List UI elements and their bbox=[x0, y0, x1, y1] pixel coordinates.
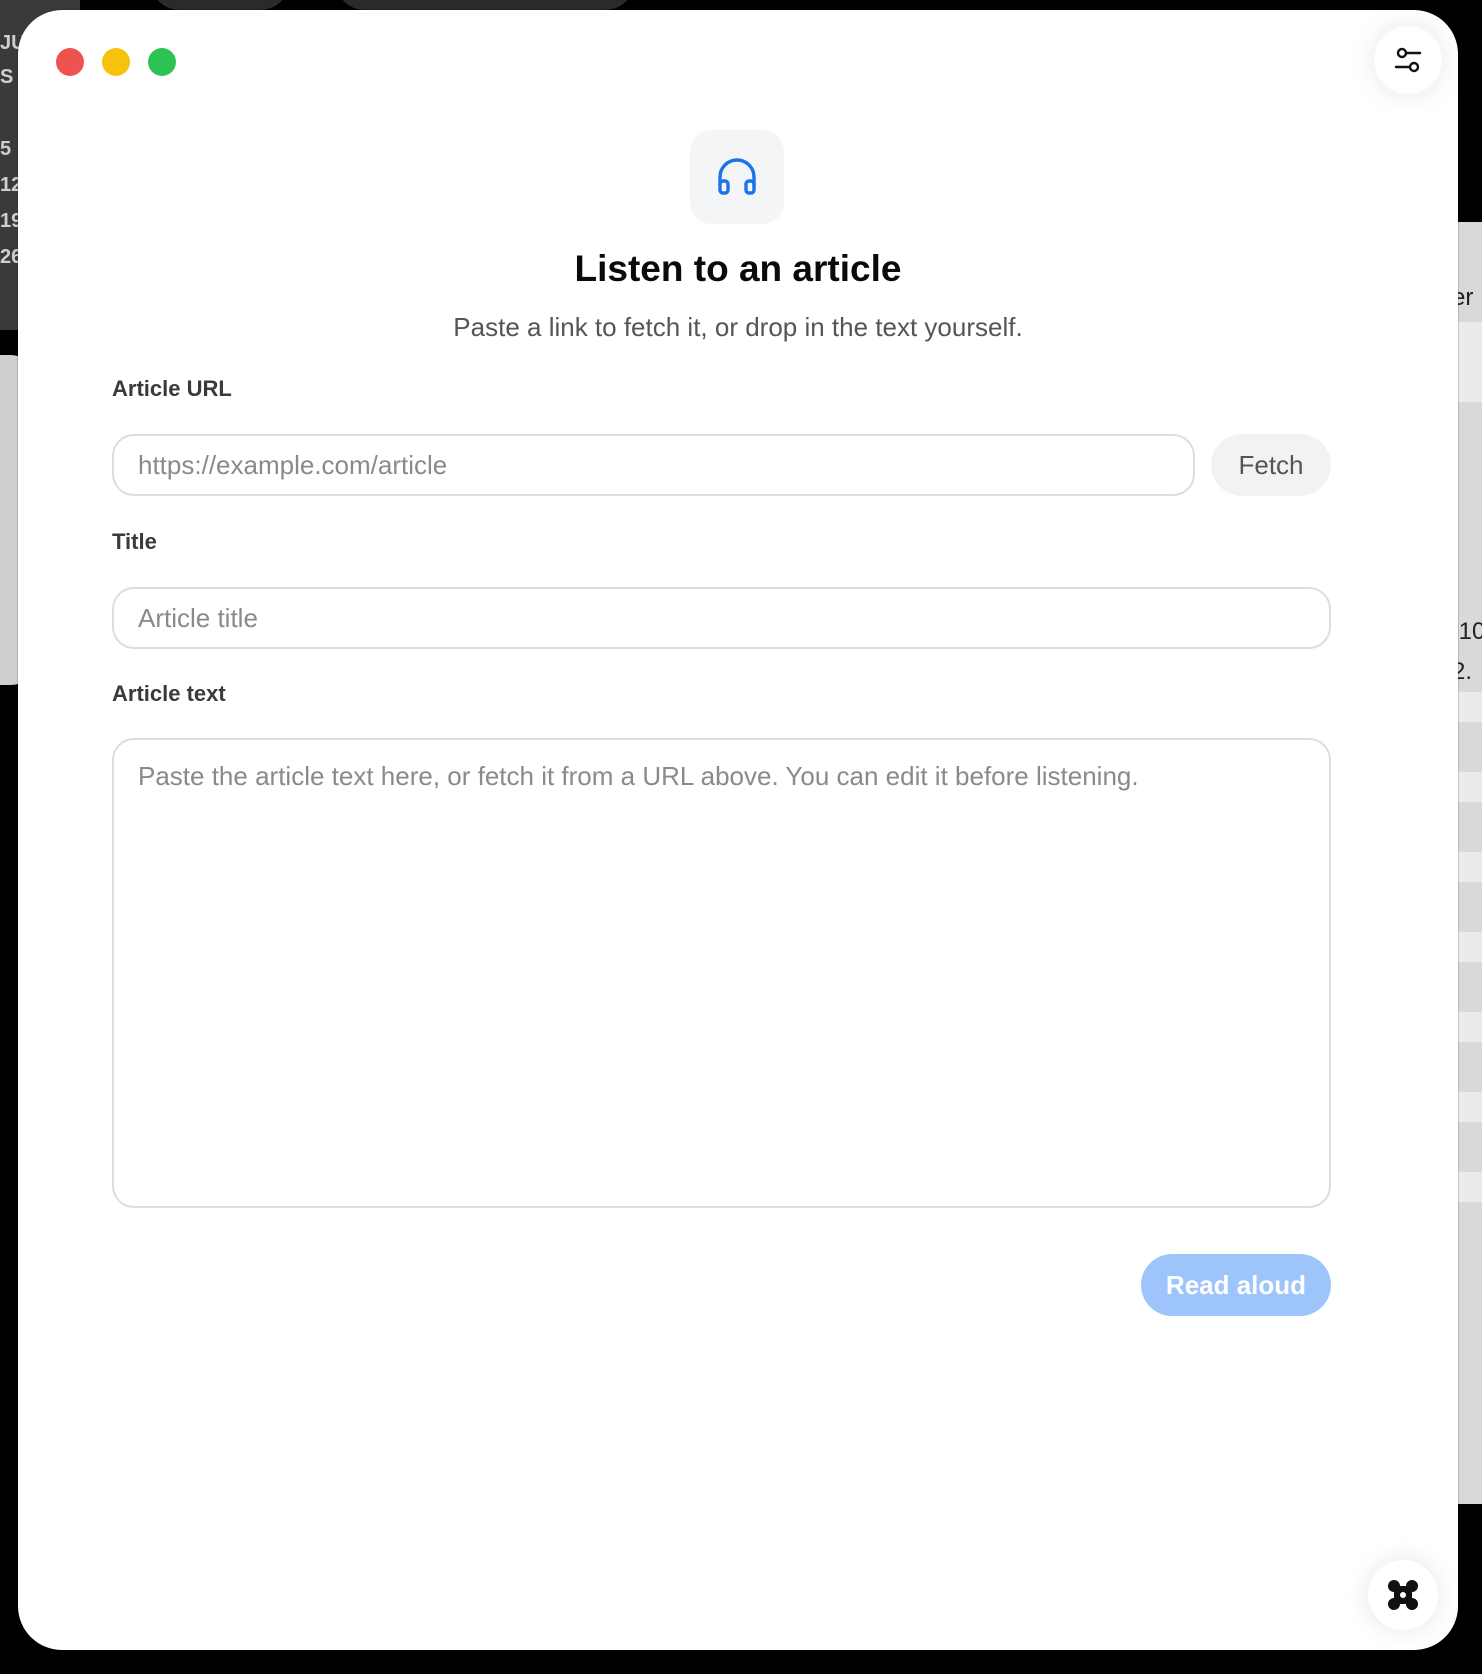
zoom-window-button[interactable] bbox=[148, 48, 176, 76]
app-logo-icon bbox=[1388, 1580, 1418, 1610]
background-text: S bbox=[0, 66, 14, 88]
app-icon-tile bbox=[690, 130, 784, 224]
background-text: 5 bbox=[0, 138, 12, 160]
article-url-input[interactable] bbox=[112, 434, 1195, 496]
background-window bbox=[150, 0, 290, 10]
minimize-window-button[interactable] bbox=[102, 48, 130, 76]
read-aloud-button[interactable]: Read aloud bbox=[1141, 1254, 1331, 1316]
settings-button[interactable] bbox=[1374, 26, 1442, 94]
article-text-label: Article text bbox=[112, 681, 226, 706]
app-logo-button[interactable] bbox=[1368, 1560, 1438, 1630]
headphones-icon bbox=[718, 158, 756, 195]
page-subtitle: Paste a link to fetch it, or drop in the… bbox=[453, 312, 1023, 342]
article-text-input[interactable] bbox=[112, 738, 1331, 1208]
app-window: Listen to an article Paste a link to fet… bbox=[18, 10, 1458, 1650]
sliders-icon bbox=[1394, 47, 1422, 73]
article-url-label: Article URL bbox=[112, 376, 232, 401]
article-title-input[interactable] bbox=[112, 587, 1331, 649]
background-window bbox=[335, 0, 635, 10]
fetch-button[interactable]: Fetch bbox=[1211, 434, 1331, 496]
close-window-button[interactable] bbox=[56, 48, 84, 76]
page-title: Listen to an article bbox=[574, 248, 902, 289]
title-label: Title bbox=[112, 529, 157, 554]
window-controls bbox=[56, 48, 176, 76]
